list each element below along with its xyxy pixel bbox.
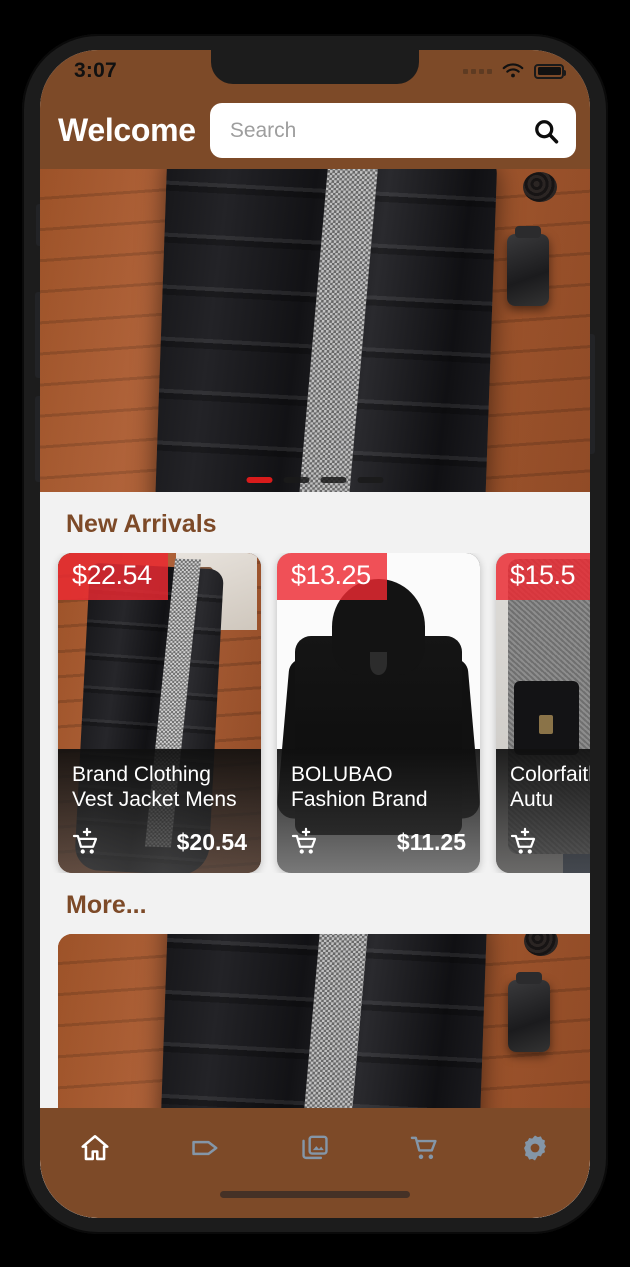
sidebar-item-settings[interactable]: [508, 1126, 562, 1170]
product-title: Brand Clothing Vest Jacket Mens: [72, 763, 237, 812]
app-header: Welcome Search: [40, 92, 590, 169]
product-info: BOLUBAO Fashion Brand $11.25: [277, 749, 480, 873]
new-arrivals-list[interactable]: $22.54 Brand Clothing Vest Jacket Mens $…: [40, 553, 590, 873]
search-input[interactable]: Search: [209, 103, 576, 158]
add-to-cart-icon[interactable]: [72, 827, 102, 857]
add-to-cart-icon[interactable]: [510, 827, 540, 857]
product-title: Colorfaith 2020 Autu: [510, 763, 590, 812]
carousel-dot-3[interactable]: [320, 477, 347, 483]
product-info: Colorfaith 2020 Autu: [496, 749, 590, 873]
sidebar-item-gallery[interactable]: [288, 1126, 342, 1170]
product-footer: $20.54: [72, 827, 247, 857]
phone-screen: 3:07 Welcome Search New Arrivals $22.54 …: [40, 50, 590, 1218]
carousel-dot-4[interactable]: [357, 477, 384, 483]
product-card[interactable]: $15.5 Colorfaith 2020 Autu: [496, 553, 590, 873]
product-footer: $11.25: [291, 827, 466, 857]
product-price: $20.54: [176, 828, 247, 855]
signal-dots-icon: [463, 68, 492, 74]
page-title: Welcome: [58, 112, 196, 148]
home-indicator[interactable]: [220, 1191, 410, 1198]
more-product-image[interactable]: [58, 934, 590, 1124]
price-badge: $15.5: [496, 553, 590, 600]
gear-icon[interactable]: [519, 1132, 551, 1164]
status-indicators: [463, 62, 566, 80]
search-placeholder: Search: [229, 118, 297, 142]
display-notch: [211, 50, 419, 84]
section-title-more: More...: [66, 891, 147, 919]
main-scroll-area[interactable]: New Arrivals $22.54 Brand Clothing Vest …: [40, 169, 590, 1218]
product-card[interactable]: $13.25 BOLUBAO Fashion Brand $11.25: [277, 553, 480, 873]
home-icon[interactable]: [79, 1132, 111, 1164]
section-title-new-arrivals: New Arrivals: [66, 510, 217, 538]
sidebar-item-tags[interactable]: [178, 1126, 232, 1170]
product-footer: [510, 827, 590, 857]
carousel-indicators[interactable]: [246, 477, 384, 483]
add-to-cart-icon[interactable]: [291, 827, 321, 857]
search-icon[interactable]: [532, 117, 560, 145]
hero-product-image[interactable]: [40, 169, 590, 492]
carousel-dot-1[interactable]: [246, 477, 273, 483]
price-badge: $22.54: [58, 553, 168, 600]
product-card[interactable]: $22.54 Brand Clothing Vest Jacket Mens $…: [58, 553, 261, 873]
battery-full-icon: [534, 63, 566, 79]
sidebar-item-cart[interactable]: [398, 1126, 452, 1170]
tag-icon[interactable]: [189, 1132, 221, 1164]
status-time: 3:07: [74, 59, 117, 82]
product-title: BOLUBAO Fashion Brand: [291, 763, 428, 812]
shopping-cart-icon[interactable]: [409, 1132, 441, 1164]
product-info: Brand Clothing Vest Jacket Mens $20.54: [58, 749, 261, 873]
hero-carousel[interactable]: [40, 169, 590, 492]
carousel-dot-2[interactable]: [283, 477, 310, 483]
bottom-navigation: [40, 1108, 590, 1218]
product-price: $11.25: [396, 828, 466, 855]
photo-library-icon[interactable]: [299, 1132, 331, 1164]
wifi-icon: [502, 63, 524, 78]
price-badge: $13.25: [277, 553, 387, 600]
sidebar-item-home[interactable]: [68, 1126, 122, 1170]
